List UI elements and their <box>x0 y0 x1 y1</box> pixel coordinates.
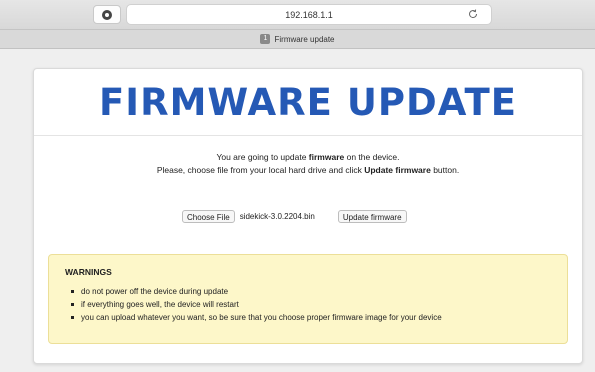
warning-item: you can upload whatever you want, so be … <box>71 311 555 324</box>
tab-title: Firmware update <box>274 34 335 44</box>
address-bar[interactable]: 192.168.1.1 <box>126 4 492 25</box>
intro-line-2-suffix: button. <box>430 165 460 175</box>
warning-item: do not power off the device during updat… <box>71 285 555 298</box>
page-content: FIRMWARE UPDATE You are going to update … <box>0 49 595 372</box>
warnings-list: do not power off the device during updat… <box>65 285 555 324</box>
intro-line-2-prefix: Please, choose file from your local hard… <box>156 165 365 175</box>
browser-menu-icon[interactable] <box>93 5 121 24</box>
file-upload-row: Choose File sidekick-3.0.2204.bin Update… <box>182 210 407 223</box>
intro-line-1: You are going to update firmware on the … <box>34 151 582 164</box>
intro-line-1-bold: firmware <box>308 152 345 162</box>
intro-line-1-prefix: You are going to update <box>216 152 309 162</box>
warning-item: if everything goes well, the device will… <box>71 298 555 311</box>
selected-file-name: sidekick-3.0.2204.bin <box>239 212 315 221</box>
tab-number-badge: 1 <box>260 34 271 44</box>
update-firmware-button[interactable]: Update firmware <box>337 210 407 223</box>
page-title: FIRMWARE UPDATE <box>99 80 517 124</box>
intro-line-2: Please, choose file from your local hard… <box>34 164 582 177</box>
address-url: 192.168.1.1 <box>285 9 333 20</box>
warnings-title: WARNINGS <box>65 267 112 277</box>
card-header: FIRMWARE UPDATE <box>34 69 582 136</box>
reload-icon[interactable] <box>467 8 479 20</box>
intro-line-1-suffix: on the device. <box>344 152 400 162</box>
intro-line-2-bold: Update firmware <box>364 165 431 175</box>
intro-text: You are going to update firmware on the … <box>34 151 582 177</box>
warnings-box: WARNINGS do not power off the device dur… <box>48 254 568 344</box>
tab-firmware-update[interactable]: 1 Firmware update <box>0 30 595 49</box>
firmware-card: FIRMWARE UPDATE You are going to update … <box>33 68 583 364</box>
choose-file-button[interactable]: Choose File <box>182 210 235 223</box>
browser-toolbar: 192.168.1.1 <box>0 0 595 30</box>
